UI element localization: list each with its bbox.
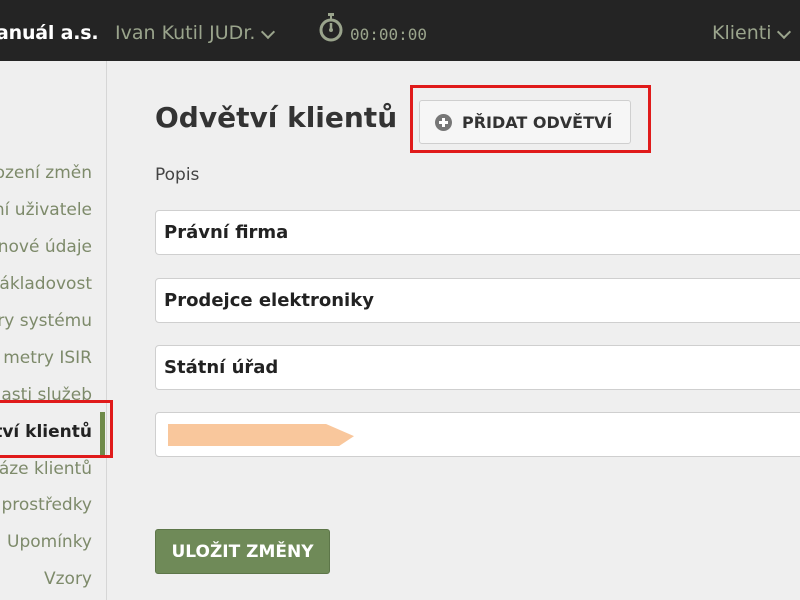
save-changes-button[interactable]: ULOŽIT ZMĚNY <box>155 529 330 574</box>
industry-field-3[interactable] <box>155 345 800 390</box>
top-bar: anuál a.s. Ivan Kutil JUDr. 00:00:00 Kli… <box>0 0 800 61</box>
sidebar-item-client-industries[interactable]: vtví klientů <box>0 422 92 442</box>
clients-menu[interactable]: Klienti <box>712 22 792 44</box>
timer-value: 00:00:00 <box>350 24 428 44</box>
sidebar-item-reminders[interactable]: Upomínky <box>0 532 92 552</box>
sidebar-item-system-params[interactable]: ry systému <box>0 311 92 331</box>
sidebar-item-resources[interactable]: prostředky <box>0 495 93 515</box>
field-label-popis: Popis <box>155 165 200 185</box>
page-title: Odvětví klientů <box>155 101 398 134</box>
clients-menu-label: Klienti <box>712 22 772 44</box>
user-name: Ivan Kutil JUDr. <box>115 22 256 44</box>
sidebar-item-service-areas[interactable]: asti služeb <box>0 385 92 405</box>
active-indicator <box>100 412 105 456</box>
add-industry-button[interactable]: PŘIDAT ODVĚTVÍ <box>419 100 631 144</box>
plus-circle-icon <box>435 114 452 131</box>
sidebar-item-templates[interactable]: Vzory <box>0 569 92 589</box>
sidebar-item-users[interactable]: ní uživatele <box>0 200 92 220</box>
industry-field-2[interactable] <box>155 278 800 323</box>
industry-field-1[interactable] <box>155 210 800 255</box>
sidebar-item-client-phases[interactable]: áze klientů <box>0 459 92 479</box>
industry-field-4[interactable] <box>155 412 800 457</box>
add-industry-label: PŘIDAT ODVĚTVÍ <box>462 113 613 132</box>
sidebar-item-company-data[interactable]: nové údaje <box>0 237 92 257</box>
timer[interactable]: 00:00:00 <box>318 13 428 44</box>
sidebar-item-isir-params[interactable]: metry ISIR <box>0 348 92 368</box>
stopwatch-icon <box>319 13 343 42</box>
sidebar-item-costs[interactable]: ákladovost <box>0 274 92 294</box>
sidebar: ození změn ní uživatele nové údaje áklad… <box>0 61 107 600</box>
sidebar-item-change-log[interactable]: ození změn <box>0 163 92 183</box>
chevron-down-icon <box>261 24 276 40</box>
company-name: anuál a.s. <box>0 22 99 44</box>
chevron-down-icon <box>777 24 792 40</box>
user-menu[interactable]: Ivan Kutil JUDr. <box>115 22 276 44</box>
